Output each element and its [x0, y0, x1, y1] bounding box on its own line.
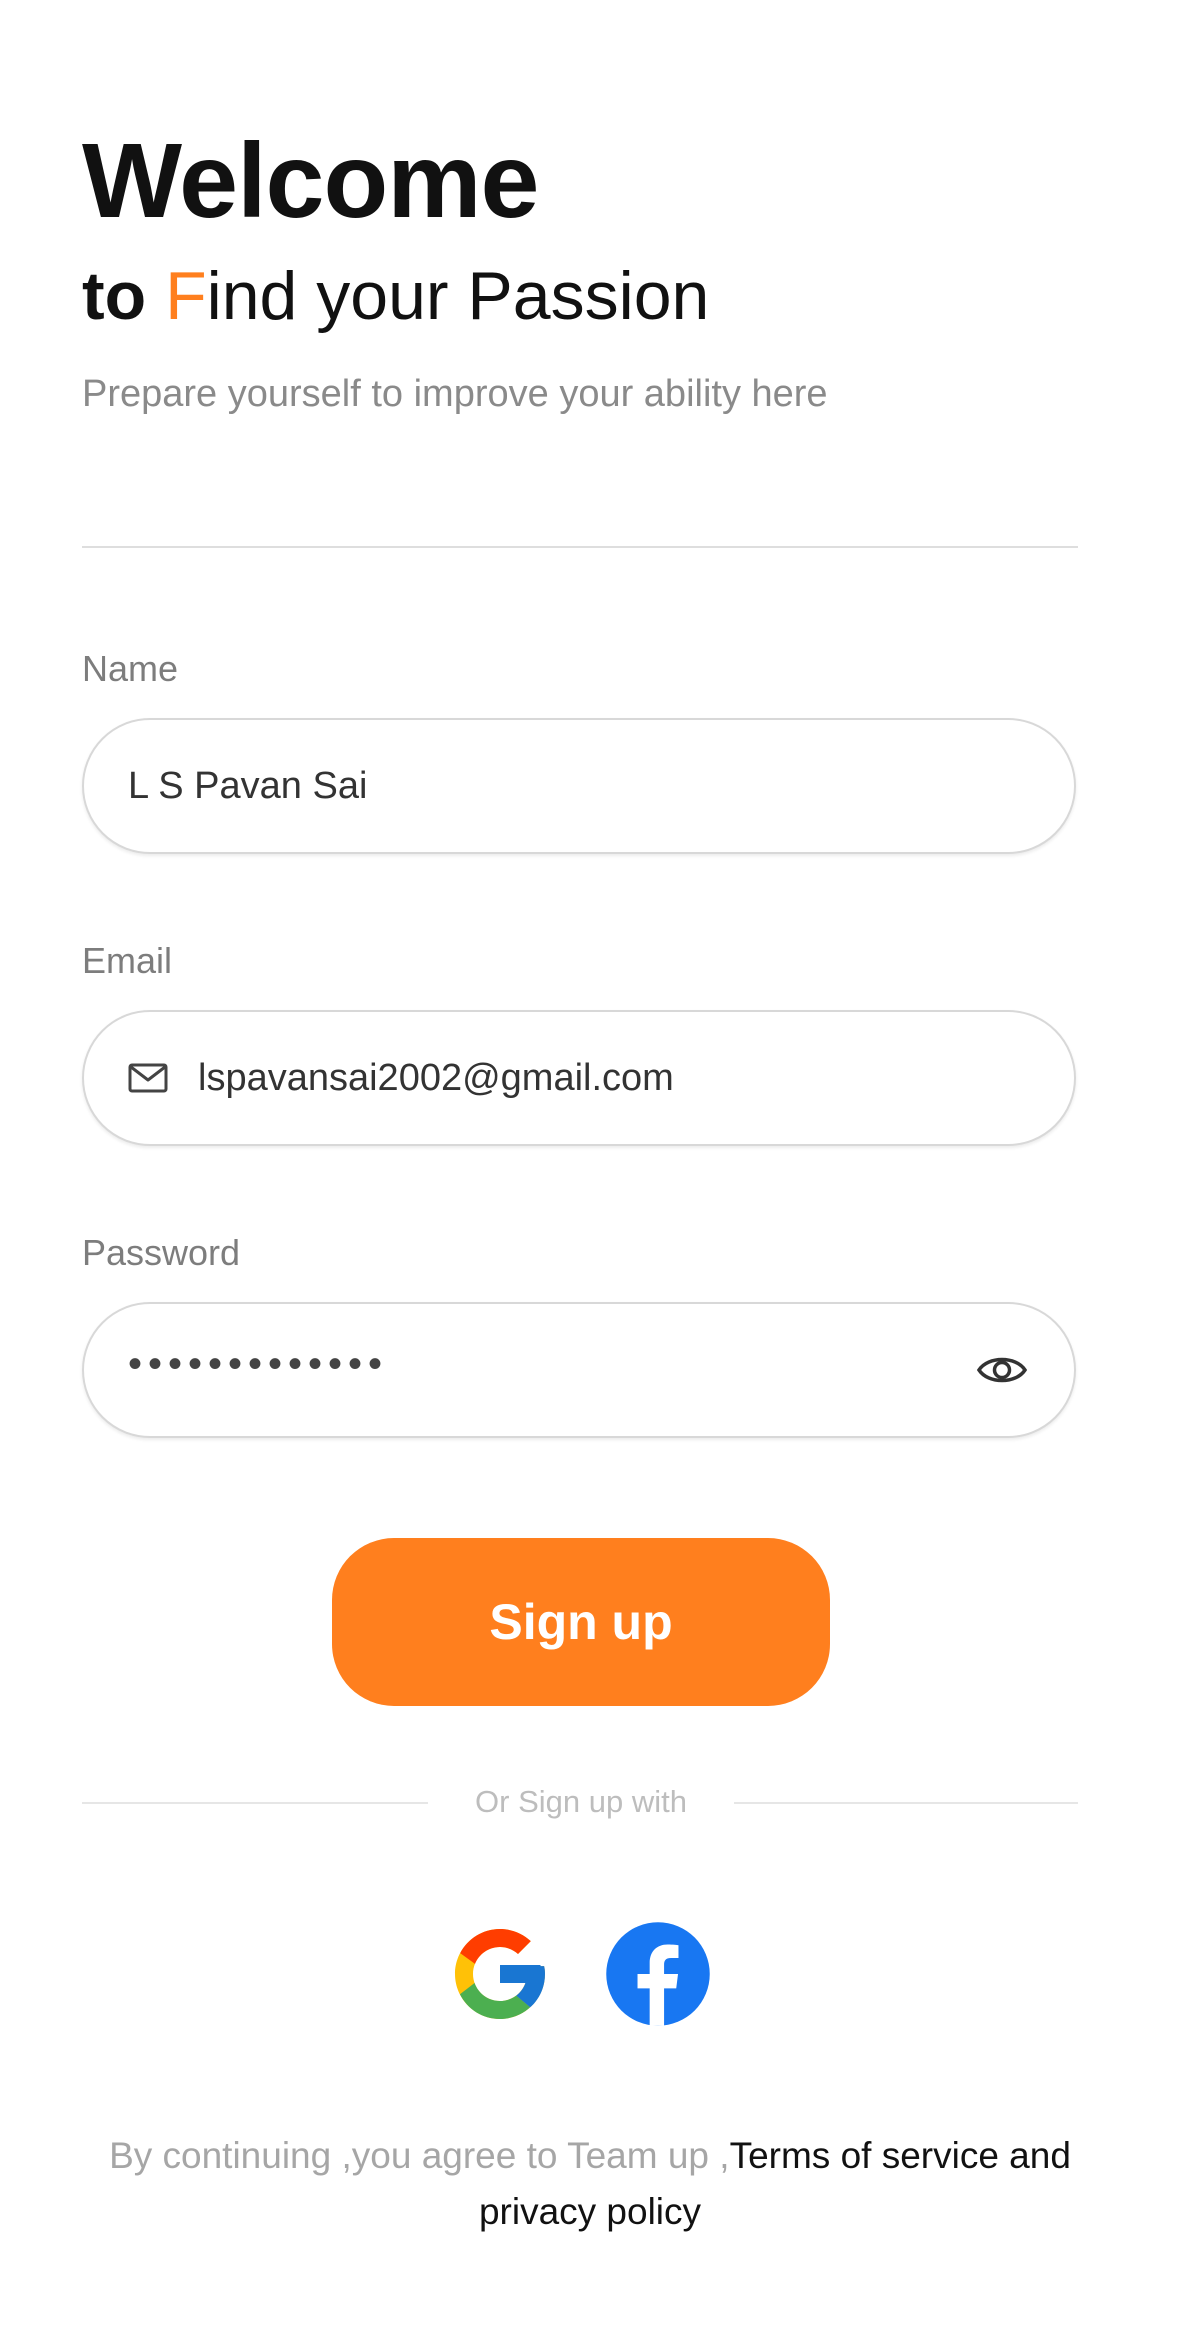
- password-label: Password: [82, 1232, 241, 1273]
- eye-icon[interactable]: [976, 1350, 1028, 1390]
- name-label: Name: [82, 648, 179, 689]
- subtitle-prefix: to: [82, 258, 166, 334]
- password-field[interactable]: •••••••••••••: [82, 1302, 1076, 1438]
- name-value: L S Pavan Sai: [128, 764, 368, 807]
- facebook-icon[interactable]: [604, 1920, 712, 2028]
- agreement-text: By continuing ,you agree to Team up ,: [109, 2135, 730, 2176]
- name-field[interactable]: L S Pavan Sai: [82, 718, 1076, 854]
- page-subtitle: to Find your Passion: [82, 262, 709, 330]
- or-divider-right: [734, 1802, 1078, 1804]
- subtitle-accent-letter: F: [165, 258, 207, 334]
- subtitle-rest: ind your Passion: [206, 258, 710, 334]
- email-field[interactable]: lspavansai2002@gmail.com: [82, 1010, 1076, 1146]
- sign-up-button[interactable]: Sign up: [332, 1538, 830, 1706]
- legal-text: By continuing ,you agree to Team up ,Ter…: [60, 2128, 1120, 2240]
- page-title: Welcome: [82, 122, 539, 240]
- password-value: •••••••••••••: [128, 1342, 389, 1386]
- mail-icon: [128, 1062, 168, 1094]
- or-divider-text: Or Sign up with: [475, 1784, 687, 1819]
- google-icon[interactable]: [446, 1920, 554, 2028]
- tagline: Prepare yourself to improve your ability…: [82, 373, 828, 415]
- email-value: lspavansai2002@gmail.com: [198, 1056, 674, 1099]
- email-label: Email: [82, 940, 173, 981]
- or-divider-left: [82, 1802, 428, 1804]
- header-divider: [82, 546, 1078, 548]
